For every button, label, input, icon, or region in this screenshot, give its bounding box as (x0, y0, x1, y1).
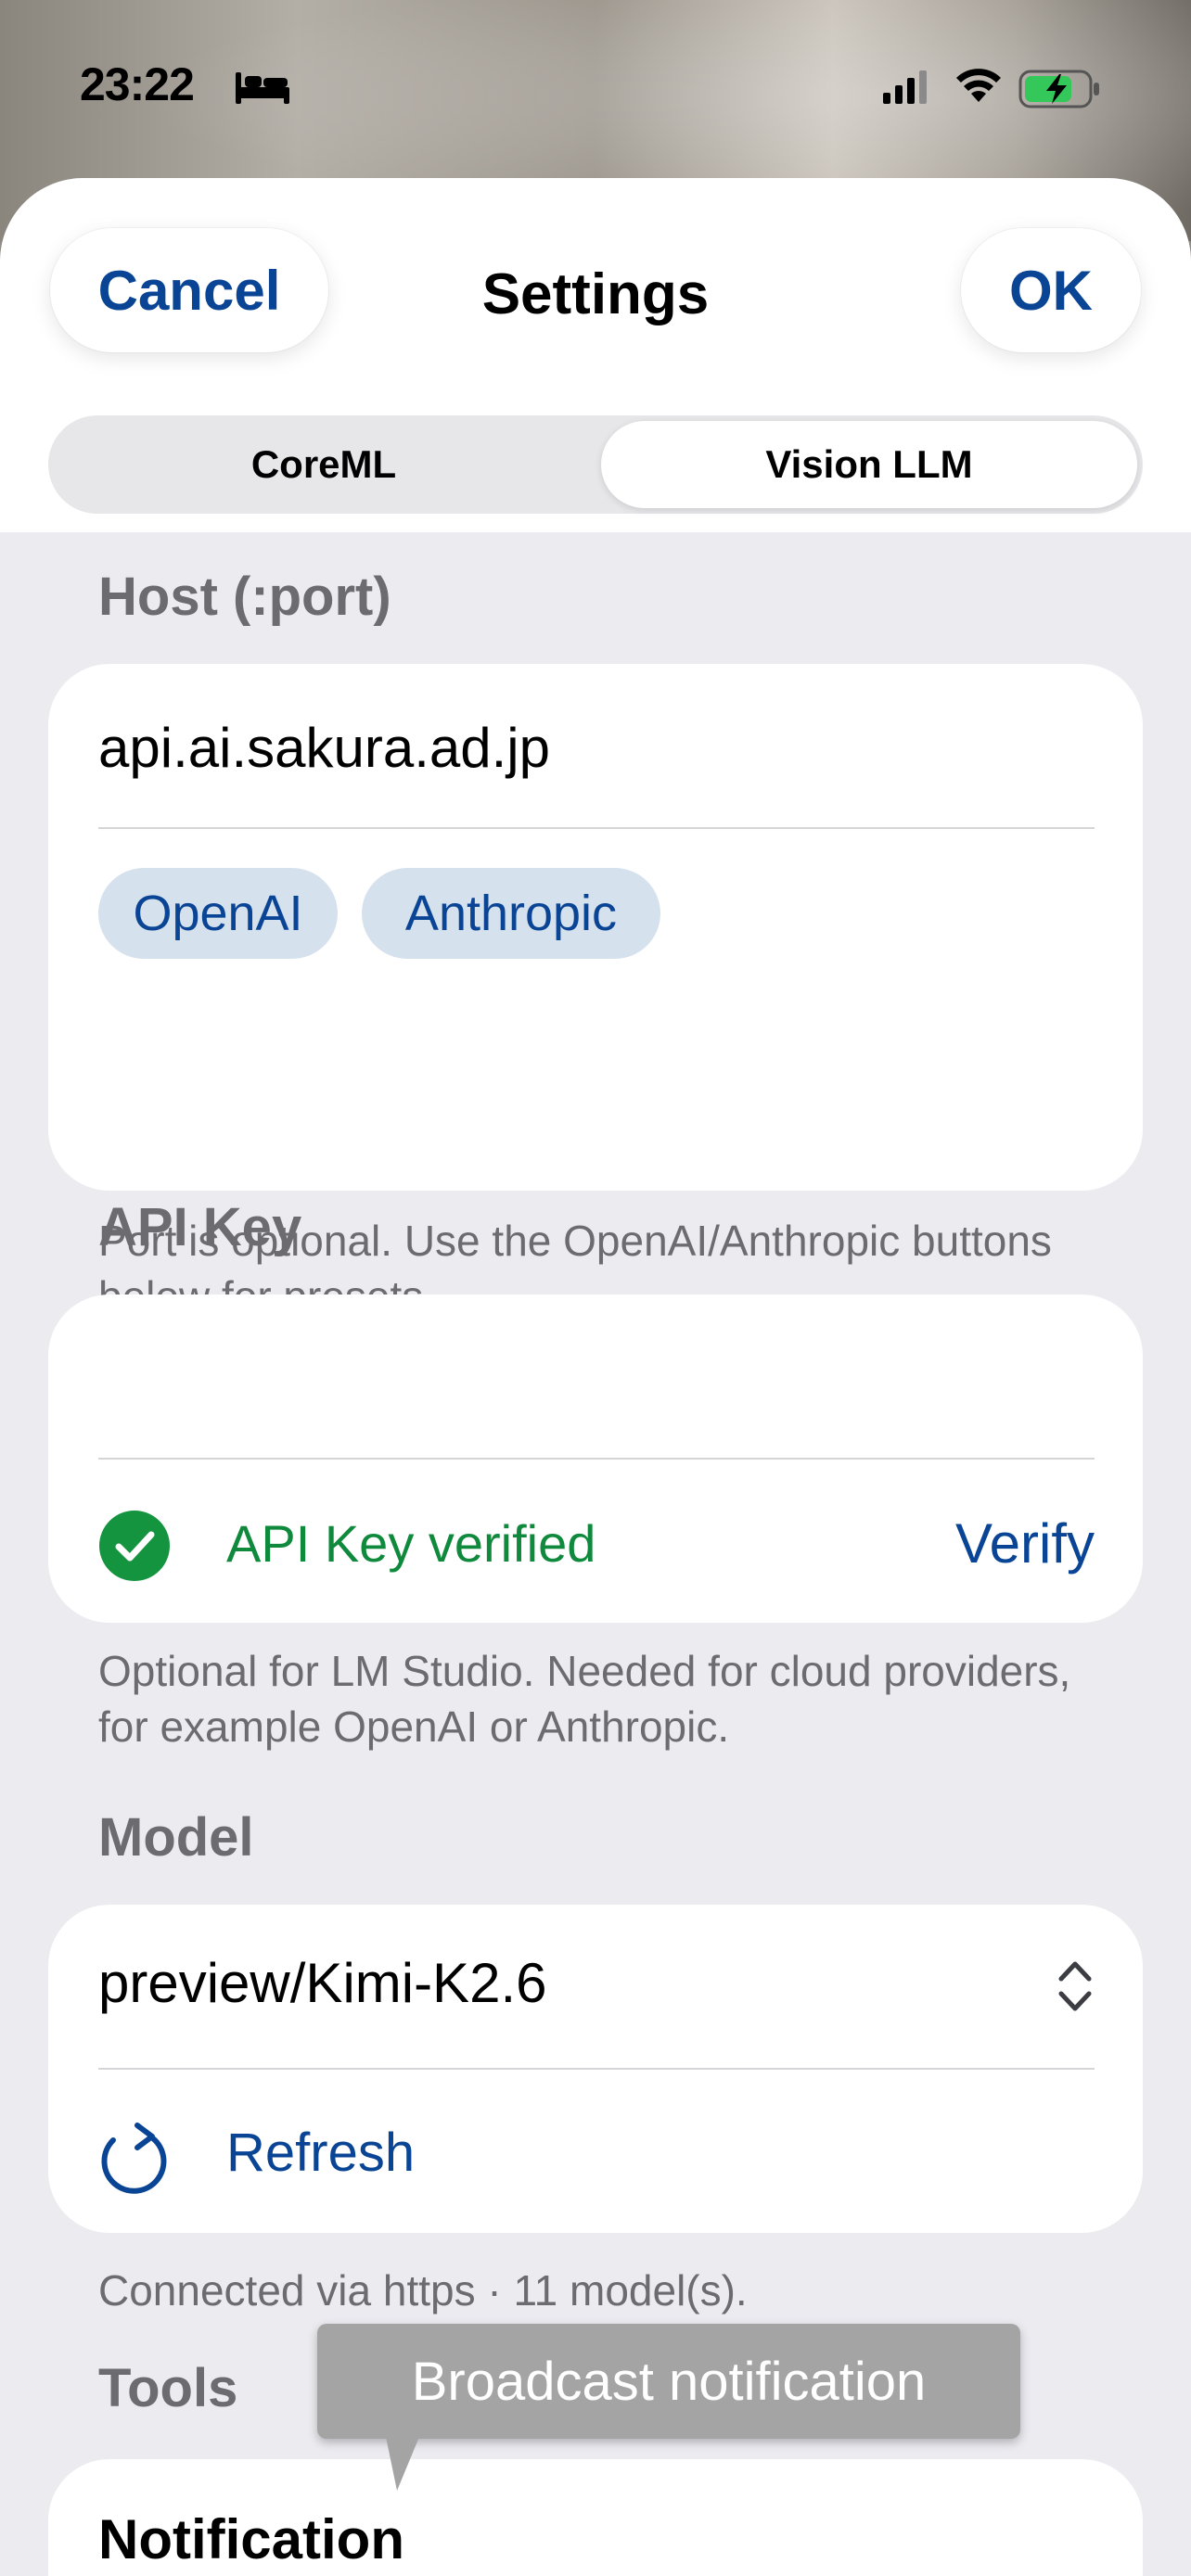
tab-vision-llm[interactable]: Vision LLM (601, 421, 1137, 508)
refresh-button[interactable]: Refresh (226, 2122, 415, 2184)
tools-card: Notification (48, 2459, 1143, 2576)
tooltip: Broadcast notification (317, 2324, 1020, 2439)
tab-coreml[interactable]: CoreML (54, 421, 594, 508)
status-time: 23:22 (80, 58, 195, 110)
divider (98, 827, 1095, 829)
api-key-card: API Key verified Verify (48, 1294, 1143, 1623)
host-section-label: Host (:port) (98, 567, 391, 627)
divider (98, 1458, 1095, 1460)
model-section-label: Model (98, 1807, 254, 1868)
verify-button[interactable]: Verify (955, 1511, 1095, 1575)
model-footnote: Connected via https · 11 model(s). (98, 2266, 748, 2315)
api-key-footnote: Optional for LM Studio. Needed for cloud… (98, 1647, 1071, 1751)
sheet-header: Cancel Settings OK CoreML Vision LLM (0, 178, 1191, 532)
ok-button[interactable]: OK (961, 228, 1141, 352)
model-card: preview/Kimi-K2.6 Refresh (48, 1905, 1143, 2233)
settings-sheet: Cancel Settings OK CoreML Vision LLM Hos… (0, 178, 1191, 2576)
api-key-section-label: API Key (98, 1197, 302, 1257)
preset-openai-button[interactable]: OpenAI (98, 868, 338, 959)
tools-section-label: Tools (98, 2358, 238, 2418)
bed-icon (236, 72, 289, 104)
status-bar: 23:22 (0, 0, 1191, 176)
model-picker[interactable]: preview/Kimi-K2.6 (98, 1951, 547, 2015)
chevron-up-down-icon[interactable] (1054, 1953, 1096, 2020)
host-field[interactable]: api.ai.sakura.ad.jp (98, 716, 550, 780)
preset-anthropic-button[interactable]: Anthropic (362, 868, 660, 959)
api-key-status: API Key verified (226, 1514, 596, 1573)
cellular-signal-icon (883, 70, 927, 104)
refresh-icon[interactable] (96, 2118, 171, 2196)
mode-segmented-control: CoreML Vision LLM (48, 415, 1143, 514)
checkmark-circle-icon (99, 1511, 170, 1581)
wifi-icon (956, 69, 1001, 102)
tool-notification-item[interactable]: Notification (98, 2507, 404, 2571)
api-key-field[interactable] (98, 1335, 1082, 1419)
divider (98, 2068, 1095, 2070)
host-card: api.ai.sakura.ad.jp OpenAI Anthropic (48, 664, 1143, 1191)
tooltip-tail (386, 2437, 419, 2491)
battery-charging-icon (1018, 70, 1099, 108)
